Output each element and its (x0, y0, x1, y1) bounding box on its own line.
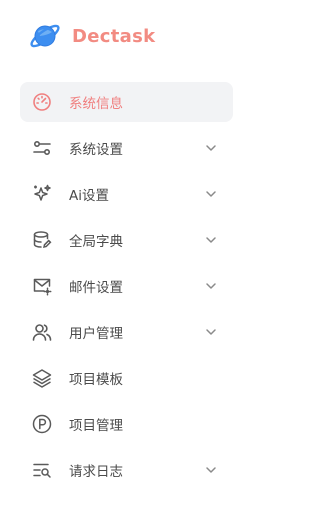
search-list-icon (32, 460, 52, 480)
brand-name: Dectask (72, 25, 156, 47)
menu-item-project-management[interactable]: 项目管理 (20, 404, 233, 444)
planet-icon (28, 19, 62, 53)
menu-label: 全局字典 (69, 234, 123, 250)
sparkles-icon (32, 184, 52, 204)
chevron-down-icon[interactable] (205, 326, 217, 338)
users-icon (32, 322, 52, 342)
sidebar: Dectask 系统信息 系统设置 Ai设置 全局字典 邮件设置 用户管理 项目… (0, 0, 248, 525)
sliders-icon (32, 138, 52, 158)
menu-label: 用户管理 (69, 326, 123, 342)
chevron-down-icon[interactable] (205, 464, 217, 476)
layers-icon (32, 368, 52, 388)
menu-item-user-management[interactable]: 用户管理 (20, 312, 233, 352)
menu-label: 项目模板 (69, 372, 123, 388)
chevron-down-icon[interactable] (205, 234, 217, 246)
database-edit-icon (32, 230, 52, 250)
menu-label: 系统设置 (69, 142, 123, 158)
menu-label: 项目管理 (69, 418, 123, 434)
mail-settings-icon (32, 276, 52, 296)
menu-item-ai-settings[interactable]: Ai设置 (20, 174, 233, 214)
brand[interactable]: Dectask (28, 18, 155, 54)
menu-item-mail-settings[interactable]: 邮件设置 (20, 266, 233, 306)
menu-label: 请求日志 (69, 464, 123, 480)
menu-label: 系统信息 (69, 96, 123, 112)
menu-item-global-dictionary[interactable]: 全局字典 (20, 220, 233, 260)
dashboard-gauge-icon (32, 92, 52, 112)
menu-item-request-logs[interactable]: 请求日志 (20, 450, 233, 490)
menu-label: 邮件设置 (69, 280, 123, 296)
chevron-down-icon[interactable] (205, 142, 217, 154)
chevron-down-icon[interactable] (205, 188, 217, 200)
menu-item-project-templates[interactable]: 项目模板 (20, 358, 233, 398)
circle-p-icon (32, 414, 52, 434)
sidebar-menu: 系统信息 系统设置 Ai设置 全局字典 邮件设置 用户管理 项目模板 项目管理 … (20, 82, 233, 496)
chevron-down-icon[interactable] (205, 280, 217, 292)
menu-label: Ai设置 (69, 188, 109, 204)
menu-item-system-info[interactable]: 系统信息 (20, 82, 233, 122)
menu-item-system-settings[interactable]: 系统设置 (20, 128, 233, 168)
